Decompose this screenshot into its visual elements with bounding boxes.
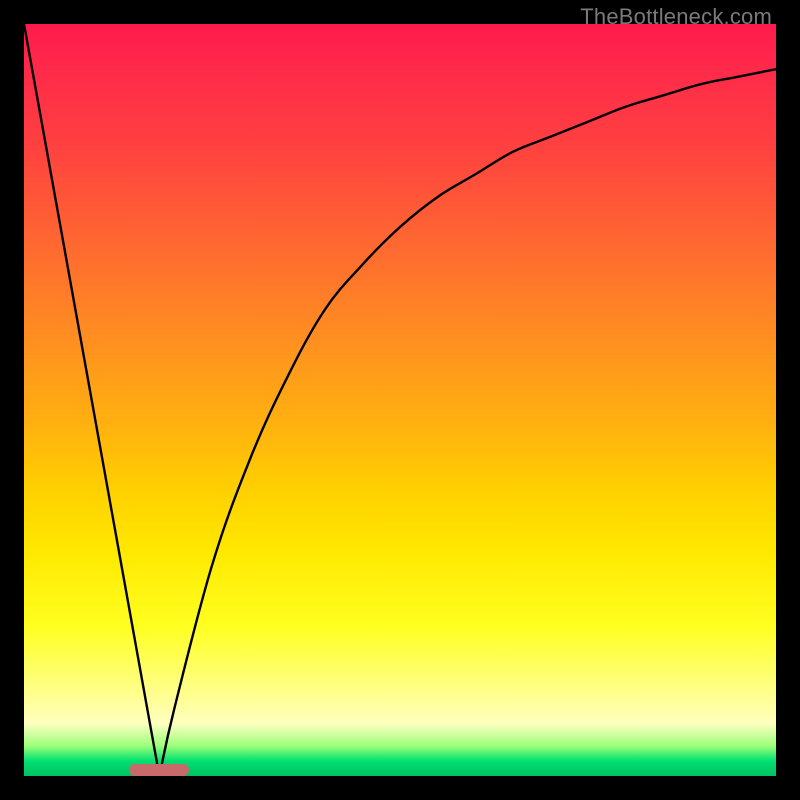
curve-svg — [24, 24, 776, 776]
watermark-text: TheBottleneck.com — [580, 4, 772, 30]
curve-group — [24, 24, 776, 776]
curve-left-line — [24, 24, 159, 776]
chart-container: TheBottleneck.com — [0, 0, 800, 800]
curve-right-arc — [159, 69, 776, 776]
bottleneck-marker — [129, 764, 189, 776]
plot-area — [24, 24, 776, 776]
